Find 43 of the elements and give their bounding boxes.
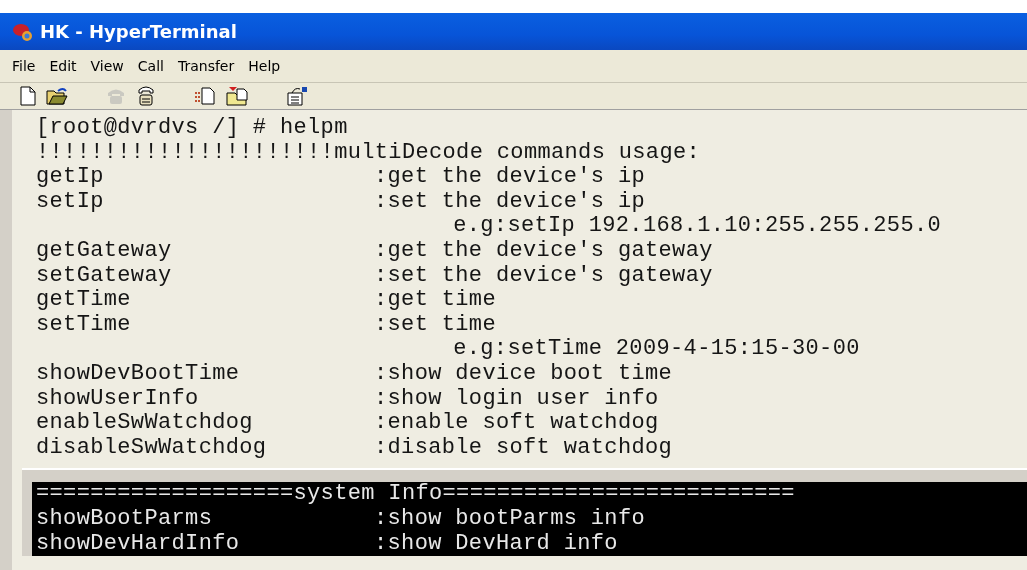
command-description: :show DevHard info [373,531,618,557]
command-description: :set the device's gateway [373,263,713,289]
open-folder-icon[interactable] [46,87,68,105]
menu-item[interactable]: File [12,55,36,77]
window-title: HK - HyperTerminal [40,20,237,44]
terminal-text: !!!!!!!!!!!!!!!!!!!!!!multiDecode commands usage: [36,140,701,166]
command-description: :enable soft watchdog [373,411,659,436]
command-description: :get the device's ip [373,165,645,190]
command-name: showDevBootTime [36,361,241,387]
usage-example: e.g:setTime 2009-4-15:15-30-00 [452,337,860,362]
menu-item[interactable]: Call [137,55,164,77]
command-name: getGateway [36,238,173,264]
command-name: showUserInfo [36,386,200,412]
menu-item[interactable]: Transfer [177,55,235,77]
command-name: setIp [36,189,105,215]
command-description: :set time [373,312,496,338]
command-description: :show login user info [373,386,659,412]
command-description: :show device boot time [373,361,673,387]
command-name: setTime [36,312,132,338]
command-name: enableSwWatchdog [36,411,254,436]
phone-icon[interactable] [136,85,156,107]
app-icon [12,21,34,42]
terminal-text: ===================system Info========================== [36,482,795,507]
command-name: setGateway [36,263,173,289]
new-document-icon[interactable] [20,86,36,106]
command-name: showBootParms [36,506,214,532]
command-description: :show bootParms info [373,506,645,532]
command-name: getIp [36,165,105,190]
command-description: :get time [373,288,496,313]
usage-example: e.g:setIp 192.168.1.10:255.255.255.0 [452,214,942,239]
command-description: :get the device's gateway [373,238,713,264]
command-name: getTime [36,288,132,313]
menu-item[interactable]: Edit [49,55,77,77]
receive-folder-icon[interactable] [226,86,248,106]
menu-item[interactable]: Help [248,55,281,77]
command-description: :disable soft watchdog [373,435,673,461]
command-name: disableSwWatchdog [36,435,268,461]
command-name: showDevHardInfo [36,531,241,557]
send-document-icon[interactable] [194,87,216,105]
properties-icon[interactable] [286,86,308,106]
terminal-text: [root@dvrdvs /] # helpm [36,116,348,141]
command-description: :set the device's ip [373,189,645,215]
menu-item[interactable]: View [90,55,124,77]
